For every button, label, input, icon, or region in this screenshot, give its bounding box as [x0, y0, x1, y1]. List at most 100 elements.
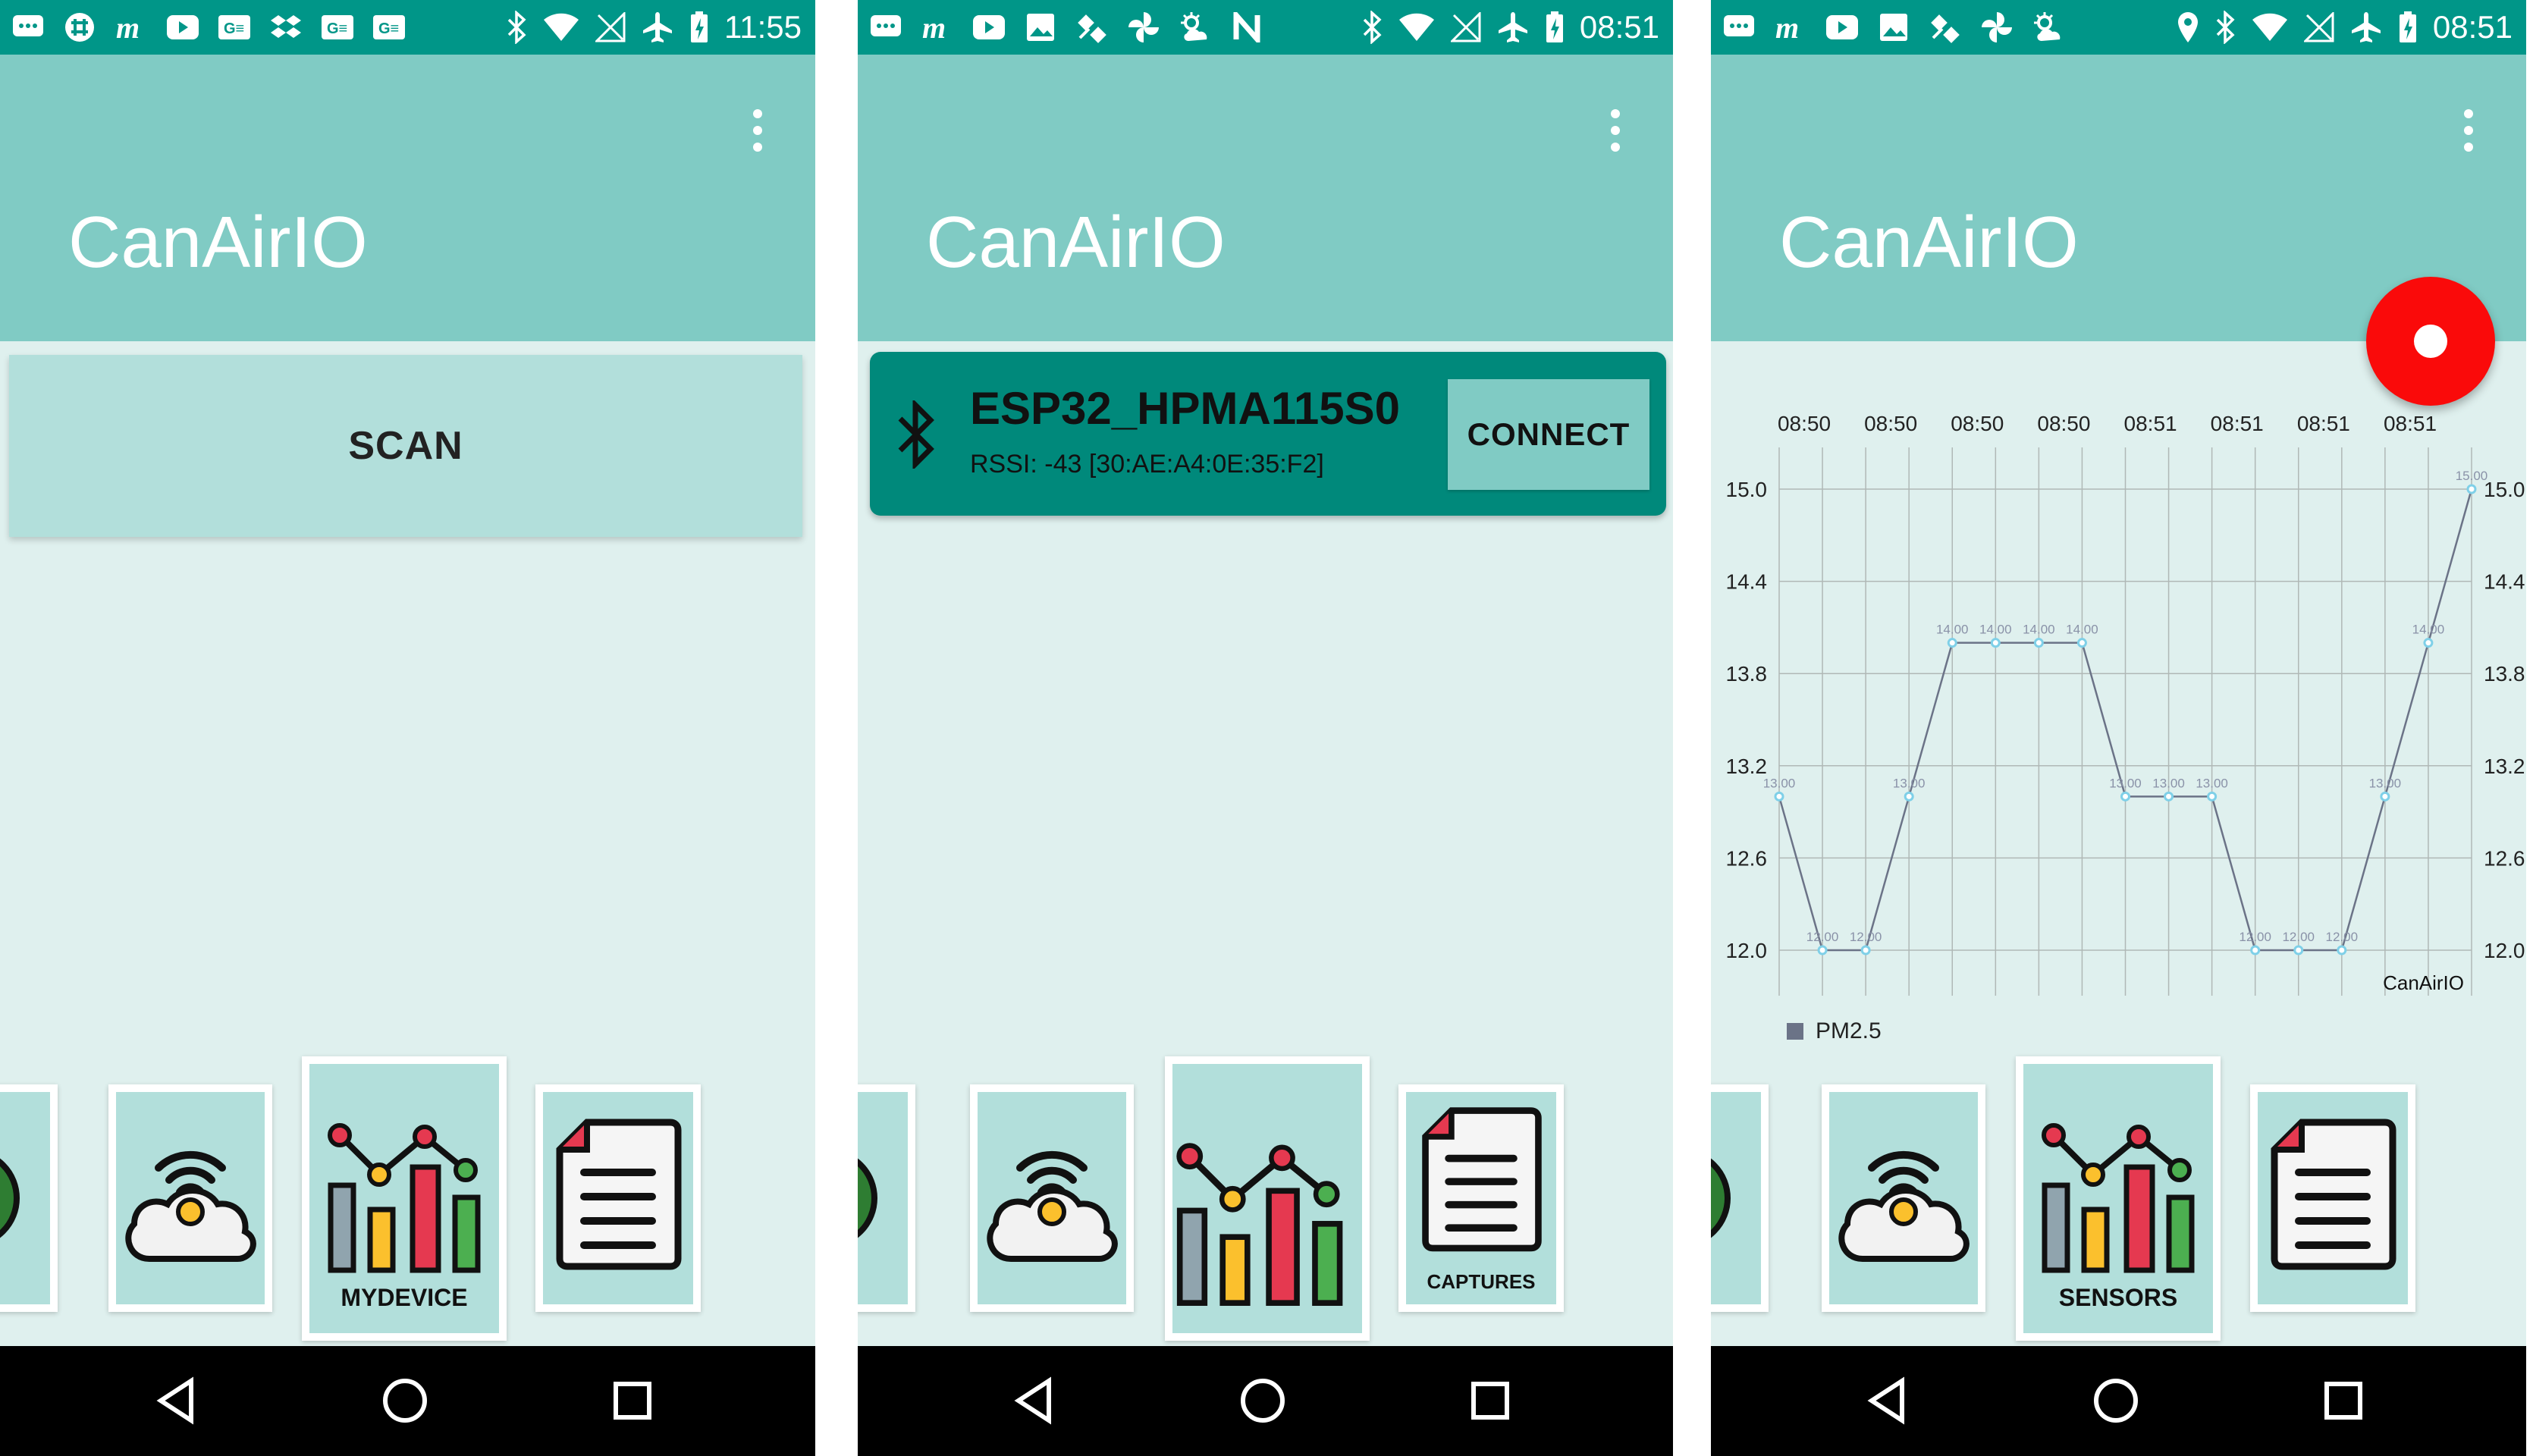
back-icon[interactable]	[1861, 1373, 1916, 1428]
data-point	[1904, 791, 1914, 802]
data-point-label: 14.00	[1979, 623, 2012, 637]
x-axis-tick-label: 08:50	[1864, 412, 1917, 435]
m-icon: m	[114, 10, 149, 45]
chart-icon	[1176, 1143, 1343, 1306]
status-time: 08:51	[1579, 9, 1659, 45]
y-axis-tick-label-right: 12.0	[2484, 939, 2525, 962]
data-point	[2293, 945, 2304, 956]
airplane-mode-icon	[1498, 12, 1527, 42]
svg-text:m: m	[922, 12, 946, 42]
chart-icon	[2042, 1123, 2195, 1273]
connect-button[interactable]: CONNECT	[1448, 379, 1649, 490]
carousel-card-cloud[interactable]	[1822, 1084, 1985, 1312]
weather-icon	[2031, 10, 2066, 45]
data-point	[2466, 484, 2477, 494]
back-icon[interactable]	[1008, 1373, 1062, 1428]
bluetooth-icon	[507, 11, 526, 44]
data-point	[2250, 945, 2261, 956]
data-point-label: 15.00	[2456, 469, 2488, 483]
carousel-card-captures[interactable]: CAPTURES	[1398, 1084, 1564, 1312]
device-name: ESP32_HPMA115S0	[970, 383, 1401, 434]
overflow-menu-icon[interactable]	[1600, 100, 1631, 176]
x-axis-tick-label: 08:51	[2384, 412, 2437, 435]
carousel-card-mydevice[interactable]: MYDEVICE	[302, 1056, 507, 1341]
data-point-label: 12.00	[1850, 930, 1882, 944]
globe-icon	[0, 1158, 20, 1238]
home-icon[interactable]	[1235, 1373, 1290, 1428]
data-point	[2423, 638, 2434, 648]
device-list-item[interactable]: ESP32_HPMA115S0 RSSI: -43 [30:AE:A4:0E:3…	[870, 352, 1666, 516]
phone-screen-device: m 08:51 CanAirIO ESP32_HPMA115S0 RSSI: -…	[858, 0, 1673, 1456]
carousel-card-map[interactable]	[0, 1084, 58, 1312]
carousel-card-sensors[interactable]	[1165, 1056, 1370, 1341]
home-icon[interactable]	[378, 1373, 432, 1428]
data-point-label: 12.00	[2326, 930, 2359, 944]
back-icon[interactable]	[150, 1373, 205, 1428]
document-icon	[556, 1119, 682, 1270]
x-axis-tick-label: 08:51	[2124, 412, 2177, 435]
y-axis-tick-label-right: 13.8	[2484, 662, 2525, 686]
data-point	[2380, 791, 2390, 802]
data-point-label: 13.00	[2152, 776, 2185, 790]
status-bar: m G≡ G≡ G≡ 11:55	[0, 0, 815, 55]
y-axis-tick-label-right: 13.2	[2484, 755, 2525, 778]
data-point-label: 14.00	[1936, 623, 1969, 637]
data-point-label: 12.00	[2282, 930, 2315, 944]
overflow-menu-icon[interactable]	[742, 100, 773, 176]
pinwheel-icon	[1979, 10, 2014, 45]
x-axis-tick-label: 08:51	[2297, 412, 2350, 435]
scan-button[interactable]: SCAN	[9, 355, 802, 537]
data-point-label: 12.00	[1806, 930, 1839, 944]
y-axis-tick-label-left: 13.8	[1726, 662, 1768, 686]
message-icon	[1722, 10, 1756, 45]
x-axis-tick-label: 08:50	[1951, 412, 2004, 435]
youtube-icon	[971, 10, 1006, 45]
data-point	[1774, 791, 1784, 802]
m-icon: m	[1773, 10, 1808, 45]
battery-charging-icon	[691, 11, 708, 42]
carousel-card-map[interactable]	[1711, 1084, 1769, 1312]
overflow-menu-icon[interactable]	[2453, 100, 2484, 176]
navigation-bar	[1711, 1346, 2526, 1456]
data-point-label: 14.00	[2066, 623, 2098, 637]
navigation-bar	[0, 1346, 815, 1456]
wifi-icon	[1398, 13, 1434, 41]
data-point	[2120, 791, 2130, 802]
globe-icon	[1711, 1158, 1731, 1238]
carousel-card-map[interactable]	[858, 1084, 915, 1312]
document-icon	[1422, 1107, 1542, 1252]
data-point-label: 13.00	[2369, 776, 2402, 790]
cloud-wireless-icon	[125, 1150, 256, 1262]
section-carousel[interactable]: MYDEVICE	[0, 1050, 815, 1341]
data-point	[2337, 945, 2347, 956]
legend-swatch	[1787, 1023, 1803, 1040]
home-icon[interactable]	[2089, 1373, 2143, 1428]
data-point	[1990, 638, 2001, 648]
x-axis-tick-label: 08:50	[1778, 412, 1831, 435]
youtube-icon	[1825, 10, 1860, 45]
y-axis-tick-label-left: 13.2	[1726, 755, 1768, 778]
carousel-card-sensors[interactable]: SENSORS	[2016, 1056, 2221, 1341]
section-carousel[interactable]: CAPTURES	[858, 1050, 1673, 1341]
carousel-card-cloud[interactable]	[970, 1084, 1134, 1312]
data-point-label: 13.00	[1893, 776, 1926, 790]
carousel-card-captures[interactable]	[535, 1084, 701, 1312]
recents-icon[interactable]	[2316, 1373, 2371, 1428]
carousel-card-captures[interactable]	[2250, 1084, 2415, 1312]
recents-icon[interactable]	[1463, 1373, 1518, 1428]
y-axis-tick-label-left: 12.6	[1726, 846, 1768, 870]
airplane-mode-icon	[643, 12, 672, 42]
pm25-line-chart[interactable]: 12.0 12.0 12.6 12.6 13.2 13.2 13.8 13.8 14.4 14.4…	[1711, 341, 2526, 1100]
wifi-icon	[544, 13, 579, 41]
svg-text:m: m	[116, 12, 140, 42]
recents-icon[interactable]	[605, 1373, 660, 1428]
app-title: CanAirIO	[1779, 202, 2079, 283]
section-carousel[interactable]: SENSORS	[1711, 1050, 2526, 1341]
carousel-card-cloud[interactable]	[108, 1084, 272, 1312]
notification-icons: m	[868, 9, 1264, 46]
legend-label: PM2.5	[1816, 1018, 1882, 1043]
y-axis-tick-label-right: 14.4	[2484, 570, 2525, 594]
record-button[interactable]	[2366, 277, 2495, 406]
chart-icon	[328, 1123, 481, 1273]
no-signal-icon	[1450, 12, 1481, 42]
